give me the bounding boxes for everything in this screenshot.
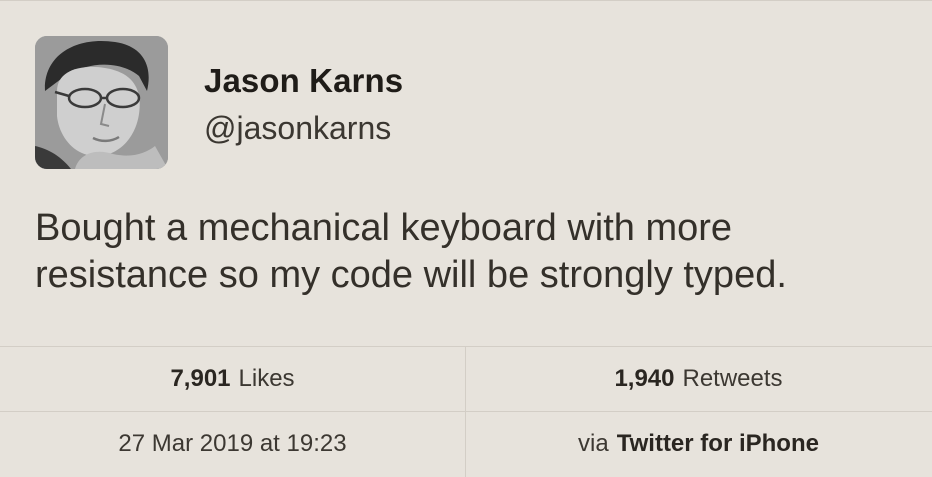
retweets-label: Retweets bbox=[682, 365, 783, 392]
tweet-source: via Twitter for iPhone bbox=[466, 412, 931, 476]
likes-label: Likes bbox=[238, 365, 295, 392]
user-handle[interactable]: @jasonkarns bbox=[204, 110, 391, 147]
timestamp-text: 27 Mar 2019 at 19:23 bbox=[118, 430, 347, 457]
avatar-photo bbox=[35, 36, 168, 169]
retweets-stat[interactable]: 1,940 Retweets bbox=[466, 347, 931, 411]
tweet-text: Bought a mechanical keyboard with more r… bbox=[35, 205, 915, 299]
tweet-text-line: resistance so my code will be strongly t… bbox=[35, 254, 787, 296]
avatar[interactable] bbox=[35, 36, 168, 169]
display-name[interactable]: Jason Karns bbox=[204, 62, 403, 100]
tweet-text-line: Bought a mechanical keyboard with more bbox=[35, 207, 733, 249]
via-label: via bbox=[578, 430, 609, 457]
retweets-count: 1,940 bbox=[614, 365, 675, 392]
likes-count: 7,901 bbox=[170, 365, 231, 392]
source-app[interactable]: Twitter for iPhone bbox=[617, 430, 819, 458]
tweet-timestamp: 27 Mar 2019 at 19:23 bbox=[0, 412, 465, 476]
likes-stat[interactable]: 7,901 Likes bbox=[0, 347, 465, 411]
top-divider bbox=[0, 0, 932, 1]
tweet-card: Jason Karns @jasonkarns Bought a mechani… bbox=[0, 0, 932, 477]
